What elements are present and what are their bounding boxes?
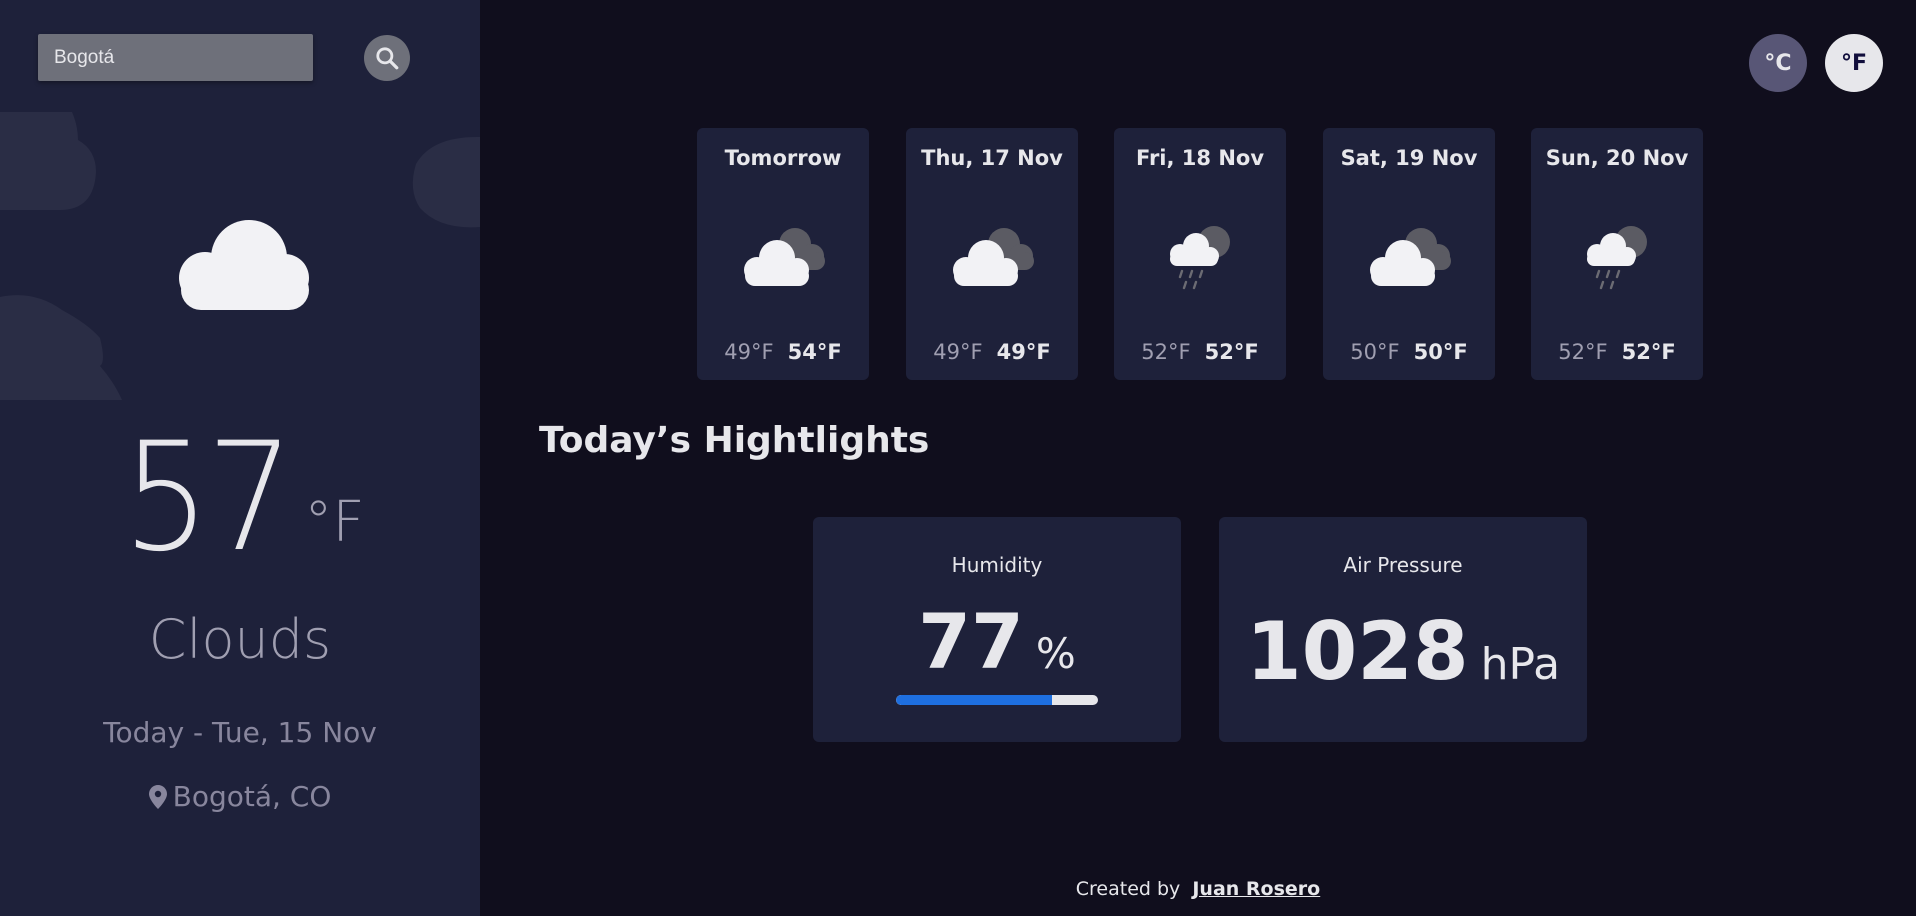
forecast-card: Thu, 17 Nov 49°F 49°F bbox=[906, 128, 1078, 380]
temperature-unit: °F bbox=[304, 490, 365, 555]
forecast-card: Tomorrow 49°F 54°F bbox=[697, 128, 869, 380]
forecast-min: 49°F bbox=[933, 340, 983, 364]
forecast-card: Fri, 18 Nov 52°F 52°F bbox=[1114, 128, 1286, 380]
humidity-progress-fill bbox=[896, 695, 1052, 705]
highlights-title: Today’s Hightlights bbox=[539, 420, 930, 461]
current-date: Today - Tue, 15 Nov bbox=[103, 716, 377, 749]
air-pressure-value-row: 1028 hPa bbox=[1219, 605, 1587, 698]
forecast-max: 49°F bbox=[996, 340, 1051, 364]
forecast-card: Sat, 19 Nov 50°F 50°F bbox=[1323, 128, 1495, 380]
search-input[interactable]: Bogotá bbox=[38, 34, 313, 81]
forecast-day: Thu, 17 Nov bbox=[921, 146, 1063, 170]
forecast-temps: 52°F 52°F bbox=[1531, 340, 1703, 364]
forecast-min: 49°F bbox=[724, 340, 774, 364]
humidity-card: Humidity 77 % bbox=[813, 517, 1181, 742]
humidity-unit: % bbox=[1035, 629, 1076, 678]
broken-clouds-icon bbox=[744, 228, 825, 286]
humidity-label: Humidity bbox=[951, 553, 1043, 577]
air-pressure-label: Air Pressure bbox=[1343, 553, 1463, 577]
forecast-max: 50°F bbox=[1413, 340, 1468, 364]
location-pin-icon bbox=[148, 784, 167, 809]
forecast-max: 52°F bbox=[1621, 340, 1676, 364]
fahrenheit-button[interactable]: °F bbox=[1825, 34, 1883, 92]
broken-clouds-icon bbox=[1370, 228, 1451, 286]
humidity-value-row: 77 % bbox=[813, 597, 1181, 686]
sidebar: Bogotá 57 °F Clouds Today - Tue, 15 Nov … bbox=[0, 0, 480, 916]
footer: Created by Juan Rosero bbox=[480, 878, 1916, 900]
rain-icon bbox=[1587, 226, 1647, 290]
forecast-day: Fri, 18 Nov bbox=[1135, 146, 1265, 170]
weather-condition: Clouds bbox=[148, 608, 332, 671]
temperature-value: 57 bbox=[122, 411, 295, 585]
current-temperature: 57 °F bbox=[0, 418, 480, 578]
humidity-progress-bar bbox=[896, 695, 1098, 705]
rain-icon bbox=[1170, 226, 1230, 290]
forecast-min: 52°F bbox=[1558, 340, 1608, 364]
cloud-icon bbox=[179, 220, 309, 310]
location: Bogotá, CO bbox=[0, 780, 480, 813]
forecast-temps: 49°F 49°F bbox=[906, 340, 1078, 364]
celsius-button[interactable]: °C bbox=[1749, 34, 1807, 92]
humidity-value: 77 bbox=[918, 597, 1024, 686]
forecast-day: Sat, 19 Nov bbox=[1340, 146, 1478, 170]
forecast-temps: 52°F 52°F bbox=[1114, 340, 1286, 364]
footer-prefix: Created by bbox=[1075, 878, 1181, 900]
forecast-max: 52°F bbox=[1204, 340, 1259, 364]
forecast-min: 50°F bbox=[1350, 340, 1400, 364]
forecast-max: 54°F bbox=[787, 340, 842, 364]
air-pressure-card: Air Pressure 1028 hPa bbox=[1219, 517, 1587, 742]
forecast-card: Sun, 20 Nov 52°F 52°F bbox=[1531, 128, 1703, 380]
forecast-temps: 49°F 54°F bbox=[697, 340, 869, 364]
air-pressure-value: 1028 bbox=[1245, 605, 1469, 698]
forecast-day: Sun, 20 Nov bbox=[1545, 146, 1689, 170]
forecast-day: Tomorrow bbox=[724, 146, 842, 170]
forecast-min: 52°F bbox=[1141, 340, 1191, 364]
search-icon bbox=[376, 47, 399, 70]
location-label: Bogotá, CO bbox=[172, 780, 332, 813]
broken-clouds-icon bbox=[953, 228, 1034, 286]
forecast-temps: 50°F 50°F bbox=[1323, 340, 1495, 364]
search-button[interactable] bbox=[364, 35, 410, 81]
air-pressure-unit: hPa bbox=[1480, 639, 1561, 690]
author-link[interactable]: Juan Rosero bbox=[1192, 878, 1320, 900]
